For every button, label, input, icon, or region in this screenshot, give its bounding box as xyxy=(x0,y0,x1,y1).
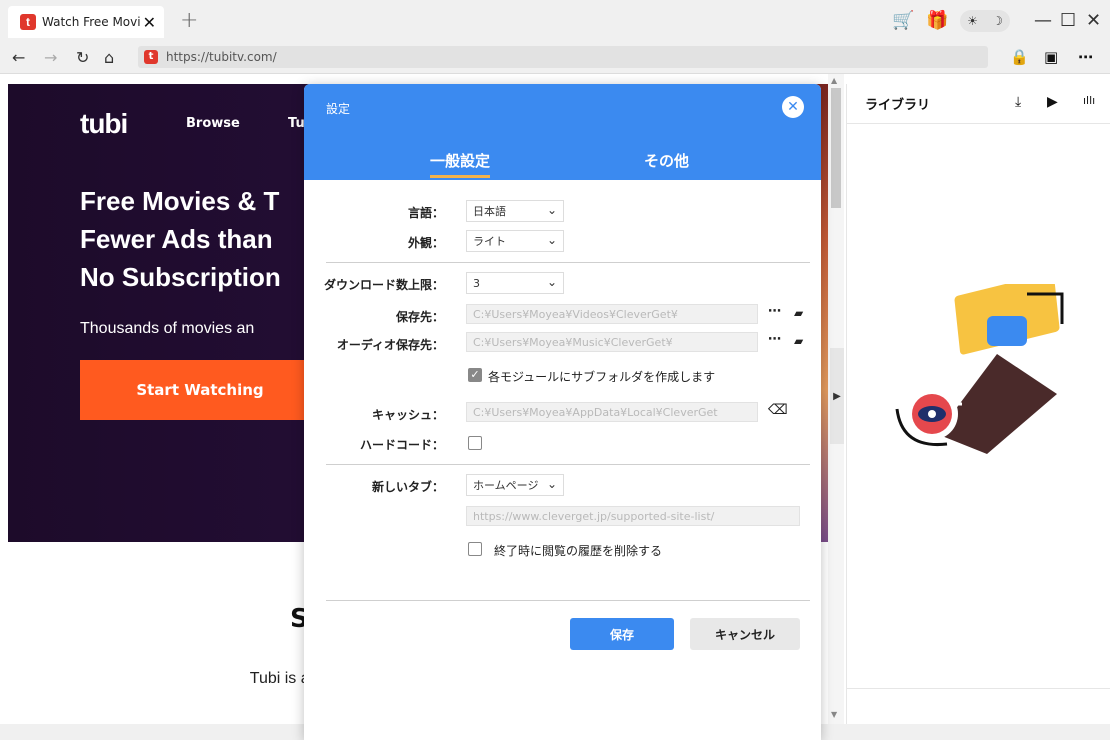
audio-path-label: オーディオ保存先： xyxy=(336,338,444,352)
save-button[interactable]: 保存 xyxy=(570,618,674,650)
new-tab-select[interactable]: ホームページ ⌄ xyxy=(466,474,564,496)
url-field[interactable]: t https://tubitv.com/ xyxy=(138,46,988,68)
library-panel: ライブラリ ⤓ ▶ ıllı xyxy=(846,84,1110,724)
audio-icon[interactable]: ıllı xyxy=(1083,94,1095,107)
lock-icon[interactable]: 🔒 xyxy=(1010,48,1029,66)
tubi-logo[interactable]: tubi xyxy=(80,108,128,140)
forward-icon[interactable]: → xyxy=(44,48,57,67)
chevron-down-icon: ⌄ xyxy=(546,275,557,289)
more-menu-icon[interactable]: ⋯ xyxy=(1078,48,1093,66)
tab-close-icon[interactable]: ✕ xyxy=(143,13,156,32)
audio-path-field[interactable]: C:¥Users¥Moyea¥Music¥CleverGet¥ xyxy=(466,332,758,352)
sun-icon: ☀ xyxy=(967,14,978,28)
nav-tu[interactable]: Tu xyxy=(288,116,305,131)
divider xyxy=(326,600,810,601)
tab-general[interactable]: 一般設定 xyxy=(430,150,491,178)
new-tab-url-field[interactable]: https://www.cleverget.jp/supported-site-… xyxy=(466,506,800,526)
tab-other[interactable]: その他 xyxy=(644,150,689,171)
folder-icon[interactable]: ▰ xyxy=(794,334,803,348)
scroll-down-icon[interactable]: ▼ xyxy=(831,710,837,719)
save-path-label: 保存先： xyxy=(395,310,444,324)
clear-cache-icon[interactable]: ⌫ xyxy=(768,402,788,418)
appearance-value: ライト xyxy=(473,235,506,248)
chevron-down-icon: ⌄ xyxy=(546,477,557,491)
library-title: ライブラリ xyxy=(847,84,1110,124)
language-label: 言語： xyxy=(407,206,444,220)
cache-label: キャッシュ： xyxy=(371,408,444,422)
folder-icon[interactable]: ▰ xyxy=(794,306,803,320)
download-manager-icon[interactable]: ▣ xyxy=(1044,48,1058,66)
hardcode-checkbox[interactable] xyxy=(468,436,482,450)
back-icon[interactable]: ← xyxy=(12,48,25,67)
tubi-favicon-icon: t xyxy=(20,14,36,30)
new-tab-button[interactable]: + xyxy=(180,8,198,33)
tab-bar: t Watch Free Movi ✕ + 🛒 🎁 ☀ ☽ — ☐ ✕ xyxy=(0,0,1110,40)
hero-subline: Thousands of movies an xyxy=(80,320,255,337)
empty-library-illustration xyxy=(895,284,1064,454)
url-favicon-icon: t xyxy=(144,50,158,64)
settings-dialog: 設定 ✕ 一般設定 その他 言語： 日本語 ⌄ 外観： ライト ⌄ ダウンロード… xyxy=(304,84,821,740)
theme-toggle[interactable]: ☀ ☽ xyxy=(960,10,1010,32)
tab-title: Watch Free Movi xyxy=(42,15,141,29)
video-icon[interactable]: ▶ xyxy=(1047,94,1058,110)
address-bar: ← → ↻ ⌂ t https://tubitv.com/ 🔒 ▣ ⋯ xyxy=(0,40,1110,74)
reload-icon[interactable]: ↻ xyxy=(76,48,89,67)
start-watching-button[interactable]: Start Watching xyxy=(80,360,320,420)
home-icon[interactable]: ⌂ xyxy=(104,48,114,67)
maximize-button[interactable]: ☐ xyxy=(1060,6,1076,34)
language-select[interactable]: 日本語 ⌄ xyxy=(466,200,564,222)
subfolder-label: 各モジュールにサブフォルダを作成します xyxy=(488,370,716,384)
download-limit-select[interactable]: 3 ⌄ xyxy=(466,272,564,294)
panel-toggle-button[interactable]: ▶ xyxy=(830,348,844,444)
minimize-button[interactable]: — xyxy=(1034,6,1052,34)
dialog-close-icon[interactable]: ✕ xyxy=(782,96,804,118)
scroll-up-icon[interactable]: ▲ xyxy=(831,76,837,85)
triangle-right-icon: ▶ xyxy=(833,390,841,402)
appearance-label: 外観： xyxy=(407,236,444,250)
hero-headline: Free Movies & T Fewer Ads than No Subscr… xyxy=(80,186,281,292)
cart-icon[interactable]: 🛒 xyxy=(892,6,914,34)
divider xyxy=(326,464,810,465)
subfolder-checkbox[interactable]: ✓ xyxy=(468,368,482,382)
cancel-button[interactable]: キャンセル xyxy=(690,618,800,650)
clear-history-label: 終了時に閲覧の履歴を削除する xyxy=(494,544,663,558)
cache-field[interactable]: C:¥Users¥Moyea¥AppData¥Local¥CleverGet xyxy=(466,402,758,422)
browse-more-icon[interactable]: ⋯ xyxy=(768,332,781,347)
appearance-select[interactable]: ライト ⌄ xyxy=(466,230,564,252)
language-value: 日本語 xyxy=(473,205,506,218)
divider xyxy=(326,262,810,263)
gift-icon[interactable]: 🎁 xyxy=(926,6,948,34)
dialog-title: 設定 xyxy=(326,102,351,116)
dialog-body: 言語： 日本語 ⌄ 外観： ライト ⌄ ダウンロード数上限： 3 ⌄ 保存先： … xyxy=(304,180,821,740)
moon-icon: ☽ xyxy=(992,14,1003,28)
nav-browse[interactable]: Browse xyxy=(186,116,240,131)
chevron-down-icon: ⌄ xyxy=(546,203,557,217)
hardcode-label: ハードコード： xyxy=(359,438,444,452)
app-window: t Watch Free Movi ✕ + 🛒 🎁 ☀ ☽ — ☐ ✕ ← → ↻… xyxy=(0,0,1110,740)
url-text: https://tubitv.com/ xyxy=(166,50,277,64)
dialog-header: 設定 ✕ 一般設定 その他 xyxy=(304,84,821,180)
library-footer-divider xyxy=(847,688,1110,689)
browse-more-icon[interactable]: ⋯ xyxy=(768,304,781,319)
save-path-field[interactable]: C:¥Users¥Moyea¥Videos¥CleverGet¥ xyxy=(466,304,758,324)
browser-tab[interactable]: t Watch Free Movi ✕ xyxy=(8,6,164,38)
chevron-down-icon: ⌄ xyxy=(546,233,557,247)
new-tab-label: 新しいタブ： xyxy=(371,480,444,494)
window-close-button[interactable]: ✕ xyxy=(1086,6,1101,34)
download-icon[interactable]: ⤓ xyxy=(1015,94,1021,110)
download-limit-value: 3 xyxy=(473,276,480,290)
clear-history-checkbox[interactable] xyxy=(468,542,482,556)
scroll-thumb[interactable] xyxy=(831,88,841,208)
download-limit-label: ダウンロード数上限： xyxy=(323,278,444,292)
new-tab-value: ホームページ xyxy=(473,479,539,492)
